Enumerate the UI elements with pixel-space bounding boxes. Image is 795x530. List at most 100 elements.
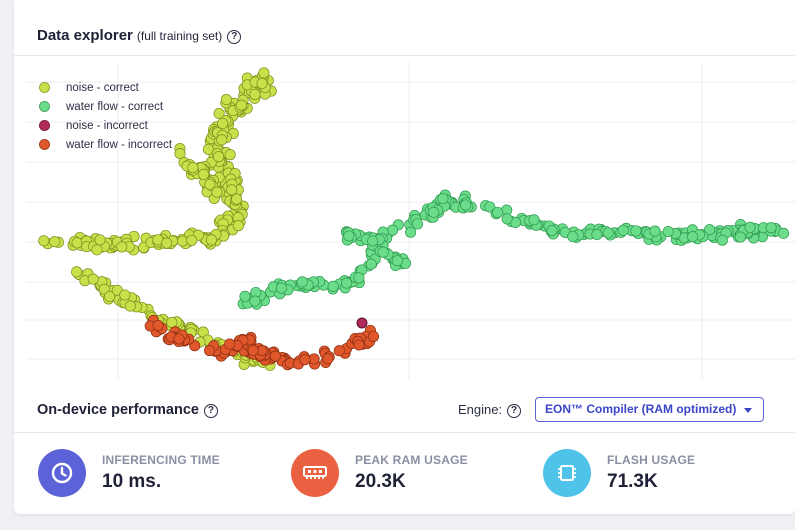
data-point (744, 221, 756, 233)
data-point (91, 244, 103, 256)
data-point (275, 282, 287, 294)
data-point (492, 206, 504, 218)
data-point (343, 230, 355, 242)
data-point (204, 345, 216, 357)
data-point (460, 199, 472, 211)
data-point (116, 241, 128, 253)
legend-dot-water-incorrect (39, 139, 50, 150)
chevron-down-icon (744, 408, 752, 413)
data-point (528, 214, 540, 226)
data-point (224, 149, 236, 161)
data-point (687, 231, 699, 243)
data-point (377, 246, 389, 258)
data-point (405, 226, 417, 238)
data-point (716, 234, 728, 246)
data-point (386, 224, 399, 236)
data-point (327, 280, 339, 292)
data-point (734, 231, 747, 243)
help-icon[interactable]: ? (507, 404, 522, 418)
data-point (71, 237, 83, 249)
data-point (662, 225, 674, 238)
data-point (226, 184, 238, 196)
data-point (239, 290, 251, 302)
engine-select-value: EON™ Compiler (RAM optimized) (545, 402, 737, 416)
data-point (365, 258, 377, 270)
legend-item-noise-incorrect[interactable]: noise - incorrect (39, 116, 172, 135)
metric-value: 71.3K (607, 471, 658, 492)
ram-chip-icon (291, 449, 339, 497)
data-point (249, 88, 261, 100)
engine-select[interactable]: EON™ Compiler (RAM optimized) (535, 397, 764, 422)
data-point (501, 213, 513, 225)
help-icon[interactable]: ? (227, 30, 242, 44)
data-point (256, 77, 268, 90)
plot-legend: noise - correct water flow - correct noi… (39, 78, 172, 154)
data-point (220, 94, 232, 106)
data-point (224, 338, 236, 350)
title-text: Data explorer (37, 27, 133, 44)
data-point (296, 276, 308, 288)
data-point (322, 353, 334, 365)
legend-label: noise - incorrect (66, 119, 148, 132)
data-point (38, 235, 50, 247)
clock-icon (38, 449, 86, 497)
metric-label: INFERENCING TIME (102, 453, 220, 467)
data-point (124, 300, 136, 312)
data-point (367, 330, 380, 342)
legend-label: noise - correct (66, 81, 139, 94)
data-point (49, 236, 61, 248)
divider (14, 432, 795, 433)
data-point (187, 162, 199, 174)
data-point (367, 235, 379, 247)
on-device-performance-title: On-device performance? (37, 402, 218, 418)
legend-item-water-incorrect[interactable]: water flow - incorrect (39, 135, 172, 154)
flash-chip-icon (543, 449, 591, 497)
title-subtitle: (full training set) (136, 29, 223, 43)
data-point (235, 99, 247, 111)
legend-label: water flow - correct (66, 100, 164, 113)
data-point (231, 193, 243, 205)
data-point (186, 234, 198, 246)
data-point (213, 151, 225, 163)
data-point (546, 225, 558, 237)
data-point (353, 339, 365, 351)
data-point (356, 317, 368, 329)
data-point (765, 222, 777, 234)
data-point (249, 295, 261, 307)
data-point (232, 220, 244, 232)
data-point (341, 277, 353, 289)
data-point (353, 272, 365, 284)
data-point (211, 186, 223, 198)
data-point (258, 67, 270, 79)
legend-item-noise-correct[interactable]: noise - correct (39, 78, 172, 97)
help-icon[interactable]: ? (203, 404, 218, 418)
data-point (333, 345, 345, 357)
data-point (205, 234, 217, 246)
data-point (591, 228, 603, 241)
engine-label-text: Engine: (458, 402, 503, 417)
data-point (308, 353, 320, 365)
data-point (617, 224, 629, 236)
legend-dot-noise-incorrect (39, 120, 50, 131)
data-point (437, 193, 449, 205)
data-point (428, 206, 440, 218)
legend-label: water flow - incorrect (66, 138, 173, 151)
metric-label: FLASH USAGE (607, 453, 696, 467)
data-point (166, 316, 178, 328)
data-point (777, 227, 790, 239)
metric-value: 20.3K (355, 471, 406, 492)
metric-value: 10 ms. (102, 471, 162, 492)
data-point (198, 168, 210, 180)
data-point (602, 227, 614, 239)
data-point (152, 319, 164, 331)
data-point (217, 117, 229, 130)
data-point (299, 354, 311, 366)
data-point (391, 255, 403, 267)
legend-item-water-correct[interactable]: water flow - correct (39, 97, 172, 116)
data-point (161, 237, 173, 249)
data-point (87, 273, 99, 285)
data-explorer-card: Data explorer (full training set)? noise … (14, 0, 795, 514)
data-point (411, 218, 424, 230)
data-point (94, 234, 106, 246)
data-point (269, 350, 281, 362)
